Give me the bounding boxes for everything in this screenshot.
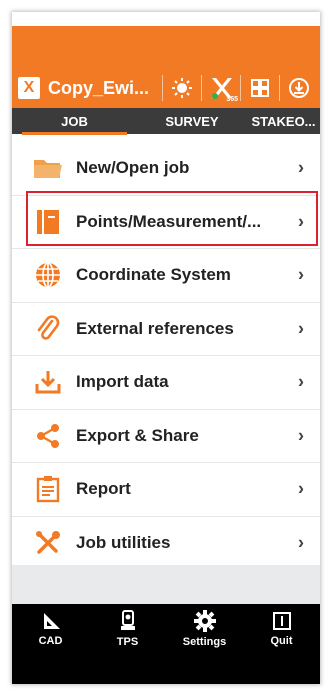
chevron-right-icon: › <box>298 318 304 339</box>
tab-stakeout[interactable]: STAKEO... <box>247 114 320 129</box>
menu-item-new-open-job[interactable]: New/Open job › <box>12 142 320 196</box>
chevron-right-icon: › <box>298 478 304 499</box>
quit-icon <box>272 612 291 630</box>
tps-button[interactable]: TPS <box>89 604 166 654</box>
tab-job[interactable]: JOB <box>12 114 137 129</box>
app-window: X Copy_Ewi... 365 JOB SURVEY STAKEO... N… <box>12 12 320 684</box>
chevron-right-icon: › <box>298 532 304 553</box>
divider <box>201 75 202 101</box>
tab-bar: JOB SURVEY STAKEO... <box>12 108 320 134</box>
divider <box>162 75 163 101</box>
menu-item-report[interactable]: Report › <box>12 463 320 517</box>
total-station-icon <box>120 610 135 630</box>
folder-icon <box>32 152 64 184</box>
chevron-right-icon: › <box>298 157 304 178</box>
set-square-icon <box>43 613 60 629</box>
gear-icon <box>193 610 216 632</box>
divider <box>240 75 241 101</box>
menu-item-label: Job utilities <box>76 532 171 552</box>
divider <box>279 75 280 101</box>
tps-label: TPS <box>116 636 139 648</box>
globe-icon <box>32 259 64 291</box>
book-icon <box>32 206 64 238</box>
app-logo-icon[interactable]: X <box>18 77 40 99</box>
chevron-right-icon: › <box>298 264 304 285</box>
chevron-right-icon: › <box>298 371 304 392</box>
status-strip <box>12 26 320 68</box>
title-bar: X Copy_Ewi... 365 <box>12 68 320 108</box>
chevron-right-icon: › <box>298 425 304 446</box>
menu-item-external-references[interactable]: External references › <box>12 303 320 356</box>
badge-365: 365 <box>226 96 238 103</box>
menu-item-label: Export & Share <box>76 425 199 445</box>
menu-item-label: Report <box>76 479 131 499</box>
sun-icon[interactable] <box>169 75 195 101</box>
cad-button[interactable]: CAD <box>12 604 89 654</box>
menu-item-label: Points/Measurement/... <box>76 211 262 231</box>
system-bar <box>12 654 320 684</box>
menu-item-label: Coordinate System <box>76 265 231 285</box>
menu-item-label: External references <box>76 318 234 338</box>
job-title[interactable]: Copy_Ewi... <box>48 78 156 99</box>
menu-item-label: Import data <box>76 372 169 392</box>
cad-label: CAD <box>38 635 63 647</box>
quit-button[interactable]: Quit <box>243 604 320 654</box>
menu-item-import-data[interactable]: Import data › <box>12 356 320 410</box>
menu-item-label: New/Open job <box>76 158 190 178</box>
tab-survey[interactable]: SURVEY <box>137 114 247 129</box>
chevron-right-icon: › <box>298 211 304 232</box>
menu-item-job-utilities[interactable]: Job utilities › <box>12 517 320 570</box>
quit-label: Quit <box>270 635 293 647</box>
settings-button[interactable]: Settings <box>166 604 243 654</box>
empty-area <box>12 565 320 604</box>
menu-item-coordinate-system[interactable]: Coordinate System › <box>12 249 320 303</box>
download-circle-icon[interactable] <box>286 75 312 101</box>
tools-icon <box>32 527 64 559</box>
paperclip-icon <box>32 313 64 345</box>
import-icon <box>32 366 64 398</box>
job-menu: New/Open job › Points/Measurement/... › … <box>12 142 320 570</box>
menu-item-points-measurement[interactable]: Points/Measurement/... › <box>12 196 320 249</box>
bottom-navigation: CAD TPS Settings Quit <box>12 604 320 654</box>
settings-label: Settings <box>182 636 227 648</box>
grid-icon[interactable] <box>247 75 273 101</box>
share-icon <box>32 420 64 452</box>
report-icon <box>32 473 64 505</box>
x-365-icon[interactable]: 365 <box>208 75 238 103</box>
menu-item-export-share[interactable]: Export & Share › <box>12 410 320 463</box>
active-tab-indicator <box>22 132 127 135</box>
